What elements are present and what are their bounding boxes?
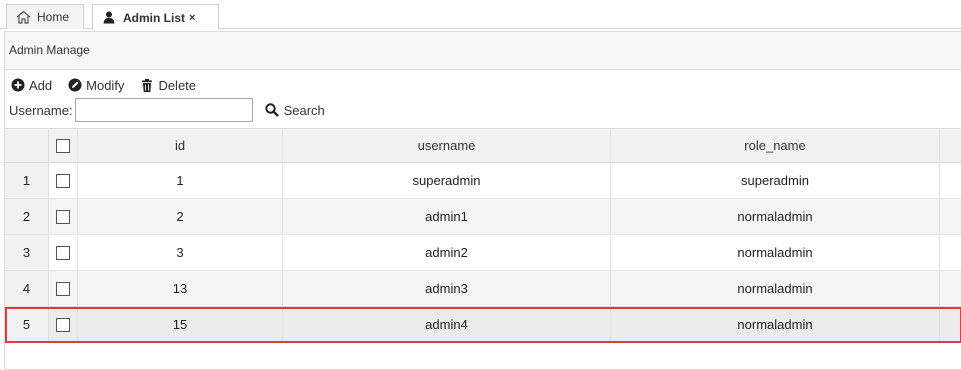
tab-admin-list[interactable]: Admin List × [92, 4, 219, 30]
trash-icon [140, 78, 154, 92]
modify-button[interactable]: Modify [68, 78, 124, 93]
admin-table: id username role_name 1 1 superadmin sup… [5, 128, 961, 343]
cell-role-name: superadmin [611, 163, 940, 198]
header-filler [940, 129, 961, 162]
row-filler [940, 199, 961, 234]
row-checkbox-cell[interactable] [49, 163, 78, 198]
cell-id: 2 [78, 199, 283, 234]
row-checkbox[interactable] [56, 209, 70, 224]
select-all-checkbox[interactable] [56, 138, 70, 153]
tab-bar: Home Admin List × [0, 0, 961, 30]
column-header-role-name[interactable]: role_name [611, 129, 940, 162]
select-all-checkbox-cell[interactable] [49, 129, 78, 162]
column-header-id[interactable]: id [78, 129, 283, 162]
cell-role-name: normaladmin [611, 307, 940, 342]
table-row[interactable]: 3 3 admin2 normaladmin [5, 235, 961, 271]
cell-role-name: normaladmin [611, 271, 940, 306]
row-filler [940, 163, 961, 198]
user-icon [101, 10, 117, 26]
search-button-label: Search [283, 102, 325, 118]
plus-circle-icon [11, 78, 25, 92]
row-number: 4 [5, 271, 49, 306]
cell-username: admin4 [283, 307, 611, 342]
tab-admin-list-label: Admin List [123, 10, 185, 25]
row-number-header [5, 129, 49, 162]
home-icon [15, 9, 31, 25]
row-filler [940, 271, 961, 306]
cell-username: superadmin [283, 163, 611, 198]
row-checkbox-cell[interactable] [49, 235, 78, 270]
row-number: 1 [5, 163, 49, 198]
row-checkbox[interactable] [56, 281, 70, 296]
cell-role-name: normaladmin [611, 235, 940, 270]
row-filler [940, 307, 961, 342]
add-button[interactable]: Add [11, 78, 52, 93]
cell-username: admin2 [283, 235, 611, 270]
cell-username: admin1 [283, 199, 611, 234]
table-header-row: id username role_name [5, 128, 961, 163]
add-label: Add [29, 77, 53, 93]
row-number: 2 [5, 199, 49, 234]
admin-manage-panel: Admin Manage Add Modify Delete Username: [4, 31, 961, 370]
row-checkbox-cell[interactable] [49, 271, 78, 306]
cell-username: admin3 [283, 271, 611, 306]
row-checkbox-cell[interactable] [49, 199, 78, 234]
cell-id: 1 [78, 163, 283, 198]
search-icon [264, 103, 279, 117]
row-checkbox[interactable] [56, 173, 70, 188]
cell-id: 15 [78, 307, 283, 342]
row-number: 5 [5, 307, 49, 342]
row-checkbox-cell[interactable] [49, 307, 78, 342]
cell-id: 13 [78, 271, 283, 306]
table-row-highlighted[interactable]: 5 15 admin4 normaladmin [5, 307, 961, 343]
row-filler [940, 235, 961, 270]
pencil-circle-icon [68, 78, 82, 92]
panel-title: Admin Manage [5, 32, 961, 70]
tab-home[interactable]: Home [6, 4, 84, 29]
table-row[interactable]: 4 13 admin3 normaladmin [5, 271, 961, 307]
username-label: Username: [9, 102, 73, 118]
delete-button[interactable]: Delete [140, 78, 196, 93]
delete-label: Delete [158, 77, 197, 93]
row-number: 3 [5, 235, 49, 270]
cell-role-name: normaladmin [611, 199, 940, 234]
row-checkbox[interactable] [56, 317, 70, 332]
tab-home-label: Home [37, 10, 70, 24]
toolbar: Add Modify Delete [5, 70, 961, 96]
search-button[interactable]: Search [264, 102, 325, 118]
close-icon[interactable]: × [189, 12, 195, 24]
username-search-input[interactable] [74, 98, 253, 122]
table-row[interactable]: 2 2 admin1 normaladmin [5, 199, 961, 235]
column-header-username[interactable]: username [283, 129, 611, 162]
search-bar: Username: Search [5, 96, 961, 124]
modify-label: Modify [86, 77, 125, 93]
row-checkbox[interactable] [56, 245, 70, 260]
cell-id: 3 [78, 235, 283, 270]
table-row[interactable]: 1 1 superadmin superadmin [5, 163, 961, 199]
